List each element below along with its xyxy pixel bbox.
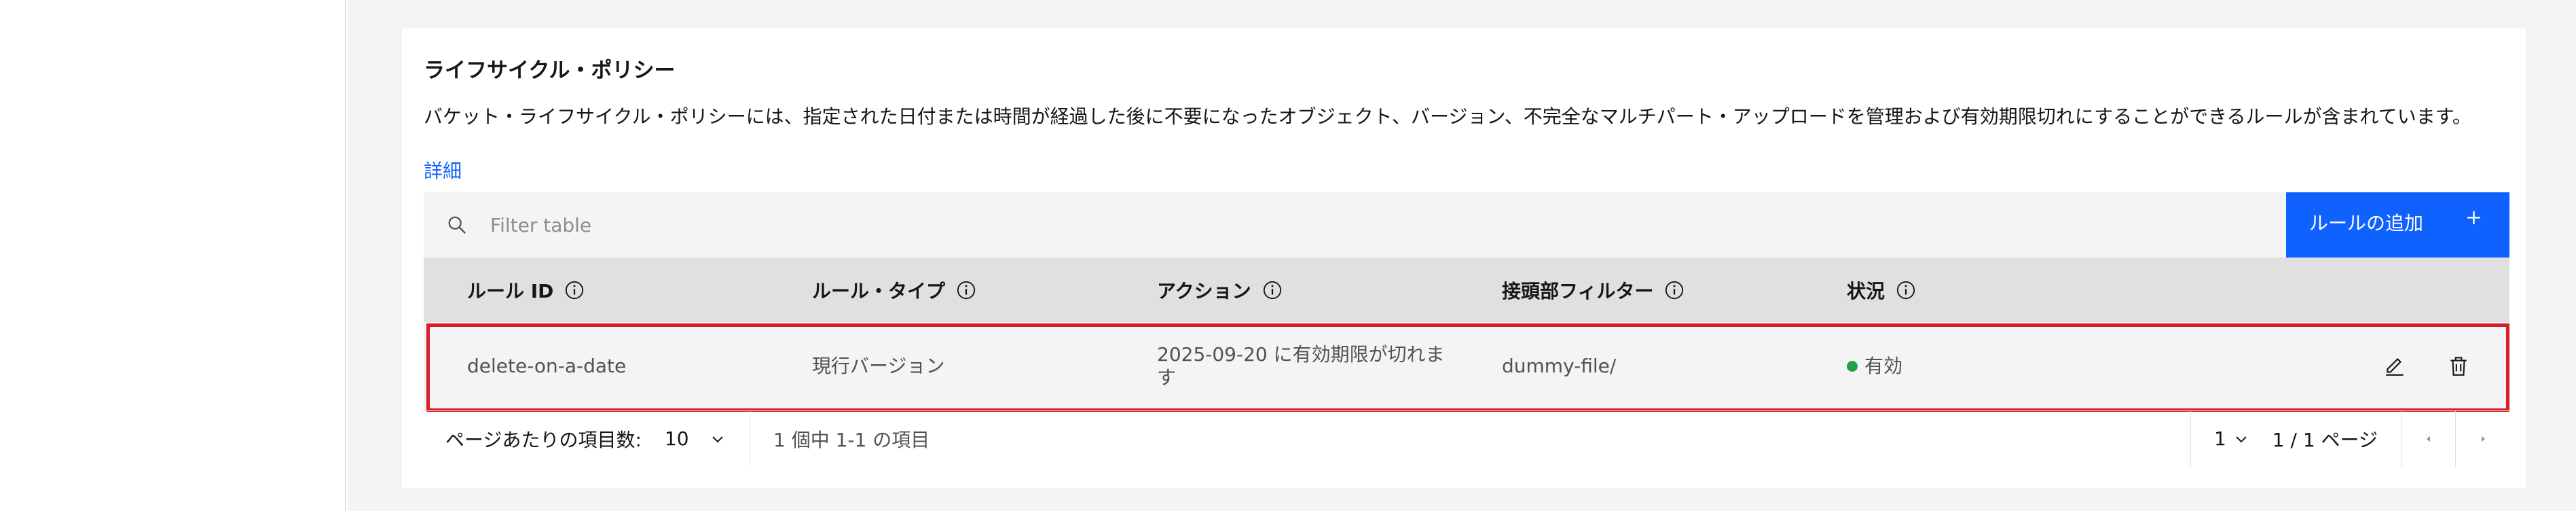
status-label: 有効 bbox=[1864, 355, 1903, 377]
item-range: 1 個中 1-1 の項目 bbox=[750, 410, 2190, 467]
table-header: ルール ID ルール・タイプ アクション 接頭部フィルター 状況 bbox=[424, 258, 2509, 322]
cell-prefix-filter: dummy-file/ bbox=[1502, 355, 1617, 377]
add-icon: + bbox=[2465, 206, 2482, 230]
lifecycle-policy-card: ライフサイクル・ポリシー バケット・ライフサイクル・ポリシーには、指定された日付… bbox=[402, 29, 2526, 488]
info-icon[interactable] bbox=[1664, 280, 1685, 300]
cell-rule-type: 現行バージョン bbox=[812, 355, 945, 377]
page-number-select[interactable]: 1 bbox=[2214, 427, 2226, 450]
next-page-button[interactable] bbox=[2455, 410, 2509, 467]
cell-action: 2025-09-20 に有効期限が切れます bbox=[1157, 343, 1445, 389]
column-header-status[interactable]: 状況 bbox=[1847, 277, 1916, 304]
info-icon[interactable] bbox=[1262, 280, 1283, 300]
column-header-rule-id[interactable]: ルール ID bbox=[467, 277, 585, 304]
caret-right-icon bbox=[2481, 436, 2485, 442]
chevron-down-icon[interactable] bbox=[710, 431, 726, 447]
table-toolbar: ルールの追加 + bbox=[424, 192, 2509, 258]
items-per-page-select[interactable]: 10 bbox=[665, 427, 689, 450]
column-header-prefix-filter[interactable]: 接頭部フィルター bbox=[1502, 277, 1685, 304]
caret-left-icon bbox=[2426, 436, 2430, 442]
details-link[interactable]: 詳細 bbox=[424, 156, 462, 183]
left-sidebar-panel bbox=[0, 0, 346, 511]
info-icon[interactable] bbox=[1896, 280, 1916, 300]
delete-icon[interactable] bbox=[2447, 355, 2470, 378]
column-header-rule-type[interactable]: ルール・タイプ bbox=[812, 277, 976, 304]
add-rule-label: ルールの追加 bbox=[2309, 212, 2424, 234]
status-active-indicator bbox=[1847, 361, 1858, 372]
previous-page-button[interactable] bbox=[2401, 410, 2455, 467]
add-rule-button[interactable]: ルールの追加 + bbox=[2286, 192, 2509, 258]
search-icon bbox=[448, 216, 466, 234]
chevron-down-icon[interactable] bbox=[2233, 431, 2249, 447]
items-per-page: ページあたりの項目数: 10 bbox=[424, 411, 750, 467]
pagination: ページあたりの項目数: 10 1 個中 1-1 の項目 1 1 / 1 ページ bbox=[424, 410, 2509, 467]
column-header-action[interactable]: アクション bbox=[1157, 277, 1456, 304]
table-search bbox=[424, 192, 2286, 258]
row-actions bbox=[2383, 355, 2470, 378]
section-description: バケット・ライフサイクル・ポリシーには、指定された日付または時間が経過した後に不… bbox=[424, 105, 2471, 128]
filter-table-input[interactable] bbox=[490, 213, 1033, 236]
info-icon[interactable] bbox=[956, 280, 976, 300]
cell-rule-id: delete-on-a-date bbox=[467, 355, 627, 377]
table-row[interactable]: delete-on-a-date 現行バージョン 2025-09-20 に有効期… bbox=[424, 322, 2509, 410]
info-icon[interactable] bbox=[564, 280, 585, 300]
page-select[interactable]: 1 1 / 1 ページ bbox=[2190, 410, 2401, 467]
page-total-text: 1 / 1 ページ bbox=[2272, 428, 2378, 451]
edit-icon[interactable] bbox=[2383, 355, 2406, 378]
items-per-page-label: ページあたりの項目数: bbox=[445, 428, 642, 451]
section-title: ライフサイクル・ポリシー bbox=[424, 58, 676, 83]
item-range-text: 1 個中 1-1 の項目 bbox=[773, 428, 930, 451]
cell-status: 有効 bbox=[1847, 355, 1902, 378]
